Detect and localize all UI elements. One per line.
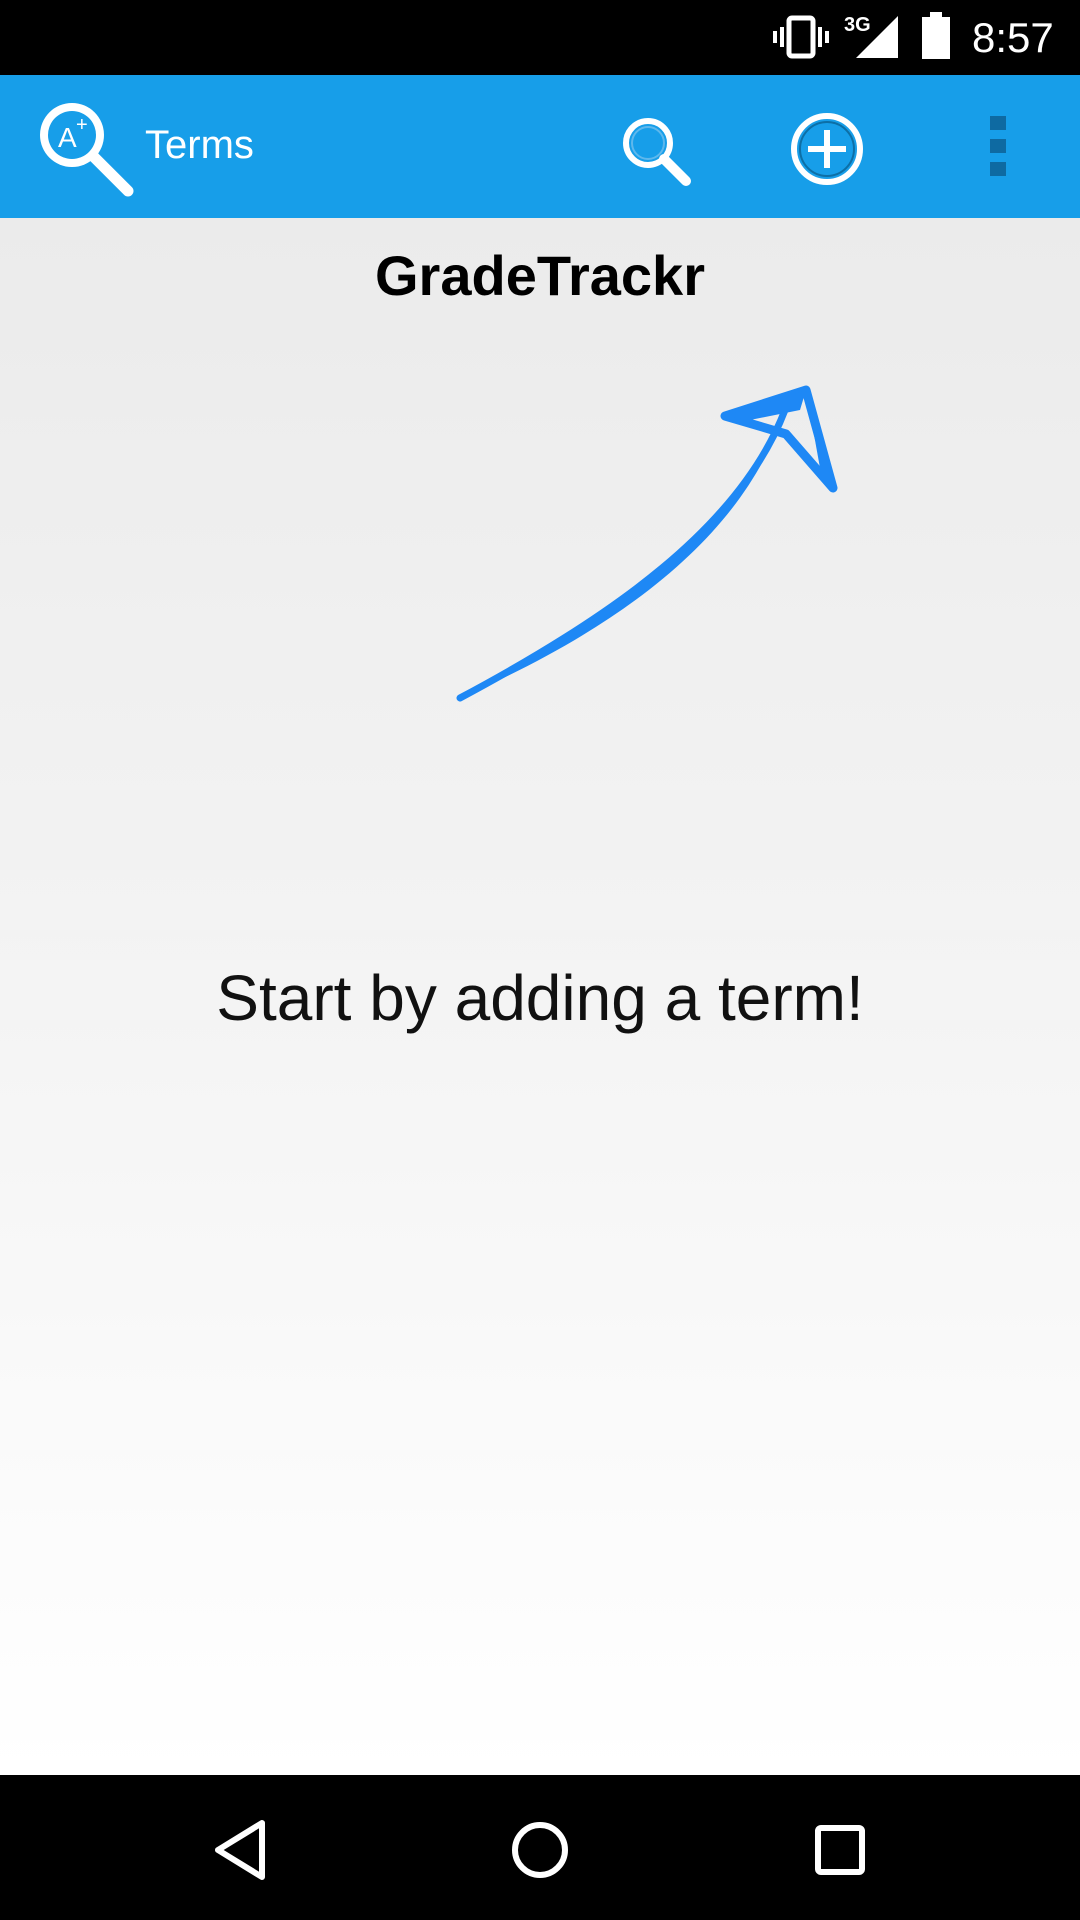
app-title: Terms [145,123,254,167]
recents-icon[interactable] [800,1810,880,1890]
back-icon[interactable] [200,1815,280,1885]
vibrate-icon [773,15,829,59]
magnifier-aplus-logo-icon[interactable]: A + [32,95,136,199]
app-bar: A + Terms [0,75,1080,218]
svg-text:A: A [58,122,77,153]
status-bar: 3G 8:57 [0,0,1080,75]
overflow-menu-icon[interactable] [974,110,1022,182]
search-icon[interactable] [616,111,698,193]
content-area: GradeTrackr Start by adding a term! [0,218,1080,1775]
home-icon[interactable] [500,1810,580,1890]
battery-icon [922,12,950,59]
empty-state-message: Start by adding a term! [216,962,864,1034]
system-nav-bar [0,1775,1080,1920]
add-circle-icon[interactable] [786,108,868,190]
screen: 3G 8:57 A + Terms GradeTrackr Start by a… [0,0,1080,1920]
svg-text:+: + [76,114,88,136]
status-clock: 8:57 [972,14,1054,61]
curved-arrow-icon [456,385,838,702]
network-type-label: 3G [844,14,871,36]
